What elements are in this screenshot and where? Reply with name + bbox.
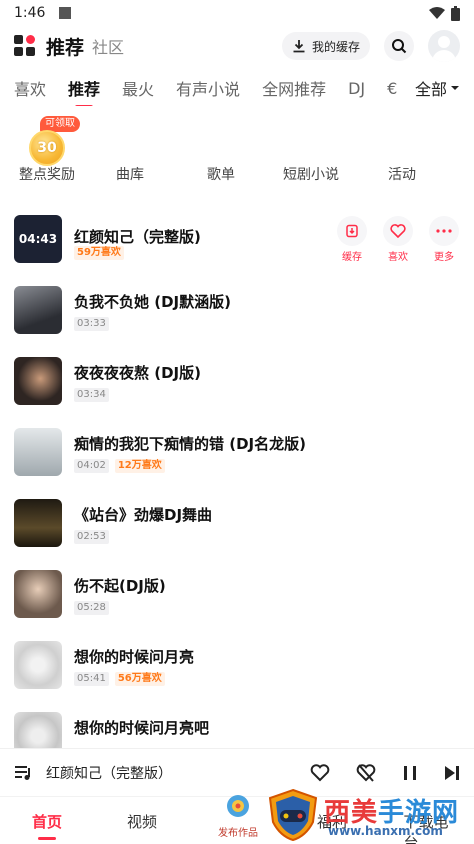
caret-down-icon	[451, 86, 459, 90]
tab-favorites[interactable]: 喜欢	[14, 76, 46, 100]
more-dots-icon	[436, 229, 452, 233]
cache-button[interactable]: 缓存	[336, 216, 368, 263]
wifi-icon	[429, 7, 445, 19]
song-title: 负我不负她 (DJ默涵版)	[74, 293, 231, 311]
song-title: 痴情的我犯下痴情的错 (DJ名龙版)	[74, 435, 306, 453]
song-cover	[14, 641, 62, 689]
duration-badge: 02:53	[74, 530, 109, 544]
song-title: 伤不起(DJ版)	[74, 577, 166, 595]
playlist-icon[interactable]	[14, 765, 34, 781]
download-icon	[346, 224, 358, 238]
coin-value: 30	[37, 140, 57, 156]
tab-hottest[interactable]: 最火	[122, 76, 154, 100]
app-logo-icon[interactable]	[14, 35, 36, 57]
quick-entries: 可领取 30 整点奖励 曲库 歌单 短剧小说 活动	[0, 116, 474, 196]
publish-button[interactable]: 发布作品	[218, 793, 258, 839]
download-icon	[293, 40, 305, 53]
song-title: 夜夜夜夜熬 (DJ版)	[74, 364, 201, 382]
short-drama-entry[interactable]: 短剧小说	[283, 164, 339, 184]
category-tabs: 喜欢 推荐 最火 有声小说 全网推荐 DJ € 全部	[0, 70, 474, 106]
publish-label: 发布作品	[218, 828, 258, 839]
song-meta: 03:34	[74, 388, 109, 402]
song-cover	[14, 499, 62, 547]
hourly-reward-entry[interactable]: 整点奖励	[19, 164, 75, 184]
heart-icon	[390, 224, 406, 238]
list-item[interactable]: 《站台》劲爆DJ舞曲 02:53	[0, 490, 474, 556]
site-watermark: 西美手游网 www.hanxm.com	[266, 788, 474, 844]
song-meta: 04:02 12万喜欢	[74, 459, 165, 473]
status-bar: 1:46	[0, 0, 474, 26]
song-cover: 04:43	[14, 215, 62, 263]
search-icon	[392, 39, 407, 54]
tab-partial[interactable]: €	[387, 79, 397, 98]
list-item[interactable]: 伤不起(DJ版) 05:28	[0, 561, 474, 627]
list-item[interactable]: 想你的时候问月亮 05:41 56万喜欢	[0, 632, 474, 698]
tab-audio-novel[interactable]: 有声小说	[176, 76, 240, 100]
app-header: 推荐 社区 我的缓存	[0, 28, 474, 64]
likes-badge: 59万喜欢	[74, 246, 124, 260]
list-item[interactable]: 痴情的我犯下痴情的错 (DJ名龙版) 04:02 12万喜欢	[0, 419, 474, 485]
pause-icon[interactable]	[402, 765, 418, 781]
page-title[interactable]: 推荐	[46, 33, 84, 60]
notification-icon	[59, 7, 72, 19]
duration-badge: 05:28	[74, 601, 109, 615]
cover-time-text: 04:43	[18, 232, 58, 246]
like-button[interactable]: 喜欢	[382, 216, 414, 263]
song-meta: 59万喜欢	[74, 246, 124, 260]
song-title: 想你的时候问月亮吧	[74, 719, 210, 737]
song-cover	[14, 570, 62, 618]
tab-network-recommend[interactable]: 全网推荐	[262, 76, 326, 100]
coin-icon[interactable]: 30	[29, 130, 65, 166]
my-cache-label: 我的缓存	[311, 39, 360, 54]
watermark-url: www.hanxm.com	[328, 824, 443, 838]
song-meta: 03:33	[74, 317, 109, 331]
list-item[interactable]: 夜夜夜夜熬 (DJ版) 03:34	[0, 348, 474, 414]
playlist-entry[interactable]: 歌单	[207, 164, 235, 184]
duration-badge: 03:33	[74, 317, 109, 331]
heart-icon[interactable]	[310, 763, 330, 782]
duration-badge: 05:41	[74, 672, 109, 686]
search-button[interactable]	[384, 31, 414, 61]
song-meta: 05:41 56万喜欢	[74, 672, 165, 686]
next-track-icon[interactable]	[444, 765, 460, 781]
dislike-heart-icon[interactable]	[356, 763, 376, 782]
tab-dj[interactable]: DJ	[348, 79, 365, 98]
song-cover	[14, 428, 62, 476]
my-cache-button[interactable]: 我的缓存	[281, 32, 370, 60]
nav-home[interactable]: 首页	[32, 811, 62, 840]
likes-badge: 56万喜欢	[114, 672, 165, 686]
publish-icon	[227, 795, 249, 817]
gamepad-shield-logo	[268, 788, 318, 842]
cache-label: 缓存	[342, 252, 362, 263]
activity-entry[interactable]: 活动	[388, 164, 416, 184]
battery-icon	[451, 5, 460, 21]
now-playing-title: 红颜知己（完整版）	[46, 765, 172, 782]
duration-badge: 03:34	[74, 388, 109, 402]
song-title: 想你的时候问月亮	[74, 648, 195, 666]
clock: 1:46	[14, 5, 46, 21]
community-tab[interactable]: 社区	[92, 34, 124, 58]
music-library-entry[interactable]: 曲库	[116, 164, 144, 184]
tab-recommend[interactable]: 推荐	[68, 76, 100, 106]
song-meta: 02:53	[74, 530, 109, 544]
more-button[interactable]: 更多	[428, 216, 460, 263]
avatar[interactable]	[428, 30, 460, 62]
list-item[interactable]: 04:43 红颜知己（完整版) 59万喜欢 缓存 喜欢 更多	[0, 206, 474, 272]
likes-badge: 12万喜欢	[114, 459, 165, 473]
all-categories-label: 全部	[414, 80, 447, 99]
like-label: 喜欢	[388, 252, 408, 263]
duration-badge: 04:02	[74, 459, 109, 473]
all-categories-button[interactable]: 全部	[402, 70, 474, 106]
song-cover	[14, 286, 62, 334]
song-meta: 05:28	[74, 601, 109, 615]
row-actions: 缓存 喜欢 更多	[336, 216, 460, 263]
song-cover	[14, 357, 62, 405]
list-item[interactable]: 负我不负她 (DJ默涵版) 03:33	[0, 277, 474, 343]
more-label: 更多	[434, 252, 454, 263]
song-title: 《站台》劲爆DJ舞曲	[74, 506, 213, 524]
nav-video[interactable]: 视频	[127, 811, 157, 832]
song-title: 红颜知己（完整版)	[74, 228, 201, 246]
